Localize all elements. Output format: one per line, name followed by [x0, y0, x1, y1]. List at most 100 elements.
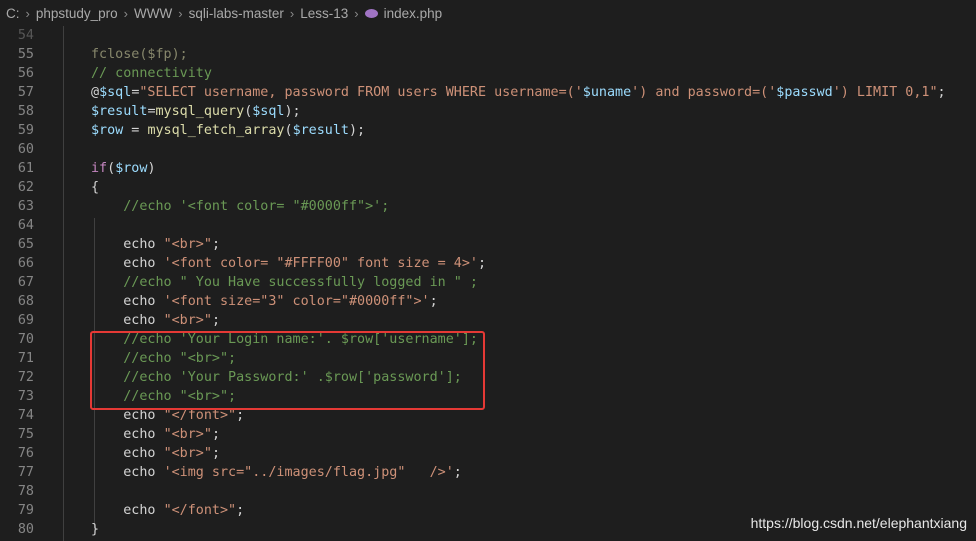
code-line[interactable]: 60	[0, 140, 976, 159]
line-number: 67	[17, 275, 34, 290]
code-token: ;	[211, 313, 220, 328]
code-editor[interactable]: C: › phpstudy_pro › WWW › sqli-labs-mast…	[0, 0, 976, 541]
code-line[interactable]: 62 {	[0, 178, 976, 197]
line-number: 60	[17, 142, 34, 157]
line-number: 70	[17, 332, 34, 347]
breadcrumb-phpstudy[interactable]: phpstudy_pro	[36, 6, 118, 21]
code-line[interactable]: 75 echo "<br>";	[0, 425, 976, 444]
code-token: "<br>"	[163, 446, 212, 461]
code-token: mysql_query	[155, 104, 245, 119]
code-token: '<font size="3" color="#0000ff">'	[163, 294, 430, 309]
code-token: '<img src="../images/flag.jpg" />'	[163, 465, 454, 480]
line-content: // connectivity	[91, 64, 212, 83]
breadcrumb-less13[interactable]: Less-13	[300, 6, 348, 21]
line-number: 69	[17, 313, 34, 328]
line-content: //echo '<font color= "#0000ff">';	[91, 197, 389, 216]
line-content: //echo " You Have successfully logged in…	[91, 273, 478, 292]
code-line[interactable]: 61 if($row)	[0, 159, 976, 178]
code-token: //echo " You Have successfully logged in…	[123, 275, 478, 290]
chevron-right-icon: ›	[123, 5, 128, 21]
code-token: echo	[91, 446, 164, 461]
code-token: echo	[91, 503, 164, 518]
code-token: '<font color= "#FFFF00" font size = 4>'	[163, 256, 478, 271]
line-number: 62	[17, 180, 34, 195]
line-content: $result=mysql_query($sql);	[91, 102, 301, 121]
line-content: echo "<br>";	[91, 444, 220, 463]
line-content: }	[91, 520, 99, 539]
code-token: mysql_fetch_array	[147, 123, 285, 138]
code-lines[interactable]: 55 56// connectivity 57 @$sql="SELECT usern…	[0, 45, 976, 539]
code-token: ;	[477, 256, 487, 271]
code-token: "</font>"	[163, 408, 237, 423]
line-content: echo "</font>";	[91, 501, 244, 520]
code-token: if	[91, 161, 108, 176]
line-content: $row = mysql_fetch_array($result);	[91, 121, 365, 140]
code-token: $sql	[99, 85, 132, 100]
code-token: );	[284, 104, 301, 119]
code-line[interactable]: 63 //echo '<font color= "#0000ff">';	[0, 197, 976, 216]
chevron-right-icon: ›	[178, 5, 183, 21]
code-token: ;	[211, 427, 220, 442]
breadcrumb-www[interactable]: WWW	[134, 6, 172, 21]
code-token: {	[91, 180, 100, 195]
code-token: ;	[236, 408, 245, 423]
watermark: https://blog.csdn.net/elephantxiang	[750, 515, 967, 531]
code-token: @	[91, 85, 100, 100]
code-token: (	[107, 161, 116, 176]
breadcrumb-file[interactable]: index.php	[384, 6, 443, 21]
breadcrumb-drive[interactable]: C:	[6, 6, 20, 21]
code-line[interactable]: 56 // connectivity	[0, 64, 976, 83]
code-token: echo	[91, 294, 164, 309]
line-content: {	[91, 178, 99, 197]
line-number: 57	[17, 85, 34, 100]
line-content: if($row)	[91, 159, 156, 178]
line-number: 54	[17, 28, 34, 43]
code-line[interactable]: 67 //echo " You Have successfully logged…	[0, 273, 976, 292]
code-token: $passwd	[776, 85, 833, 100]
code-token: echo	[91, 256, 164, 271]
code-token: ;	[937, 85, 946, 100]
breadcrumb-sqli-labs[interactable]: sqli-labs-master	[189, 6, 284, 21]
code-line[interactable]: 59 $row = mysql_fetch_array($result);	[0, 121, 976, 140]
code-line[interactable]: 76 echo "<br>";	[0, 444, 976, 463]
line-number: 72	[17, 370, 34, 385]
code-token: $sql	[252, 104, 285, 119]
line-number: 55	[17, 47, 34, 62]
line-number: 63	[17, 199, 34, 214]
line-content: echo "<br>";	[91, 235, 220, 254]
code-line[interactable]: 77 echo '<img src="../images/flag.jpg" /…	[0, 463, 976, 482]
code-line[interactable]: 66 echo '<font color= "#FFFF00" font siz…	[0, 254, 976, 273]
code-token: (	[284, 123, 293, 138]
code-token: "<br>"	[163, 313, 212, 328]
code-token: ') LIMIT 0,1"	[832, 85, 938, 100]
code-token: "<br>"	[163, 427, 212, 442]
chevron-right-icon: ›	[354, 5, 359, 21]
chevron-right-icon: ›	[25, 5, 30, 21]
code-token: $result	[292, 123, 349, 138]
code-token: $row	[115, 161, 148, 176]
code-token: // connectivity	[91, 66, 212, 81]
code-token: $row	[91, 123, 124, 138]
code-line[interactable]: 68 echo '<font size="3" color="#0000ff">…	[0, 292, 976, 311]
code-token: $uname	[582, 85, 632, 100]
line-number: 59	[17, 123, 34, 138]
code-line[interactable]: 69 echo "<br>";	[0, 311, 976, 330]
code-line[interactable]: 65 echo "<br>";	[0, 235, 976, 254]
code-line[interactable]: 58 $result=mysql_query($sql);	[0, 102, 976, 121]
code-line[interactable]: 78	[0, 482, 976, 501]
php-elephant-icon	[364, 8, 378, 18]
line-number: 74	[17, 408, 34, 423]
code-token: ;	[211, 446, 220, 461]
code-token: $result	[91, 104, 148, 119]
line-number: 80	[17, 522, 34, 537]
line-number: 68	[17, 294, 34, 309]
code-token: ') and password=('	[631, 85, 777, 100]
line-number: 71	[17, 351, 34, 366]
code-token: echo	[91, 465, 164, 480]
code-line[interactable]: 57 @$sql="SELECT username, password FROM …	[0, 83, 976, 102]
code-token: echo	[91, 427, 164, 442]
code-line[interactable]: 64	[0, 216, 976, 235]
line-content: echo '<font color= "#FFFF00" font size =…	[91, 254, 486, 273]
code-token: }	[91, 522, 100, 537]
code-line[interactable]: 55	[0, 45, 976, 64]
